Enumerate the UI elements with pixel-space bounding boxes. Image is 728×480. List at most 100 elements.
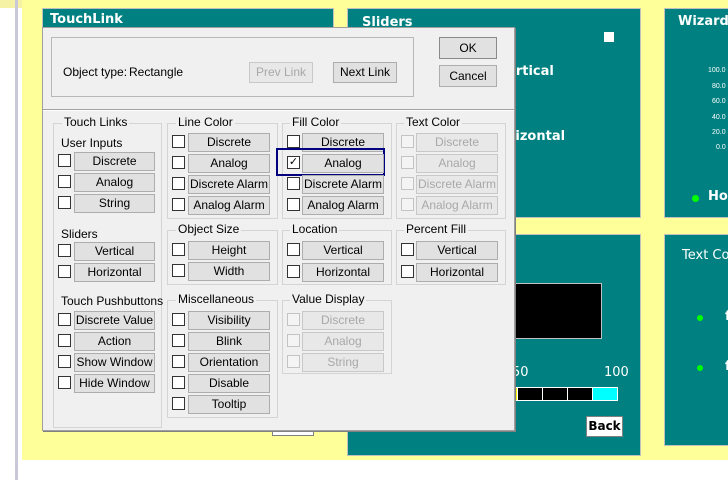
checkbox-pb-show-window[interactable] — [58, 355, 71, 368]
tick-label: 100.0 — [708, 67, 726, 74]
tick-label: 40.0 — [712, 114, 726, 121]
checkbox-fill-analog[interactable]: ✓ — [287, 156, 300, 169]
checkbox-slider-horizontal[interactable] — [58, 265, 71, 278]
sliders-section-title: Sliders — [61, 227, 98, 241]
checkbox-percent-horizontal[interactable] — [401, 265, 414, 278]
checkbox-blink[interactable] — [172, 334, 185, 347]
bar-segment — [593, 388, 617, 400]
checkbox-location-vertical[interactable] — [287, 243, 300, 256]
slider-vertical-button[interactable]: Vertical — [74, 242, 155, 261]
blink-button[interactable]: Blink — [188, 332, 270, 351]
object-size-title: Object Size — [176, 222, 242, 236]
checkbox-value-discrete — [287, 313, 300, 326]
percent-horizontal-button[interactable]: Horizontal — [416, 263, 498, 282]
checkbox-fill-discrete[interactable] — [287, 135, 300, 148]
back-button[interactable]: Back — [586, 416, 623, 437]
checkbox-fill-analog-alarm[interactable] — [287, 198, 300, 211]
line-discrete-alarm-button[interactable]: Discrete Alarm — [188, 175, 270, 194]
checkbox-orientation[interactable] — [172, 355, 185, 368]
pb-discrete-value-button[interactable]: Discrete Value — [74, 311, 155, 330]
location-horizontal-button[interactable]: Horizontal — [302, 263, 384, 282]
checkbox-tooltip[interactable] — [172, 397, 185, 410]
dialog-separator — [43, 109, 514, 111]
checkbox-fill-discrete-alarm[interactable] — [287, 177, 300, 190]
line-discrete-button[interactable]: Discrete — [188, 133, 270, 152]
percent-vertical-button[interactable]: Vertical — [416, 241, 498, 260]
line-analog-button[interactable]: Analog — [188, 154, 270, 173]
pb-action-button[interactable]: Action — [74, 332, 155, 351]
text-analog-button: Analog — [416, 154, 498, 173]
checkbox-line-analog[interactable] — [172, 156, 185, 169]
checkbox-touch-string[interactable] — [58, 196, 71, 209]
checkbox-line-analog-alarm[interactable] — [172, 198, 185, 211]
checkbox-percent-vertical[interactable] — [401, 243, 414, 256]
location-title: Location — [290, 222, 340, 236]
checkbox-slider-vertical[interactable] — [58, 244, 71, 257]
object-type-label: Object type: — [63, 65, 128, 79]
bar-graph — [514, 387, 618, 401]
checkbox-line-discrete-alarm[interactable] — [172, 177, 185, 190]
display-box — [510, 283, 602, 339]
text-analog-alarm-button: Analog Alarm — [416, 196, 498, 215]
text-color-panel: Text Co f f — [664, 234, 728, 446]
object-type-value: Rectangle — [129, 65, 184, 79]
green-indicator — [692, 195, 699, 202]
checkbox-touch-analog[interactable] — [58, 175, 71, 188]
width-button[interactable]: Width — [188, 262, 270, 281]
ok-button[interactable]: OK — [439, 37, 497, 59]
visibility-button[interactable]: Visibility — [188, 311, 270, 330]
line-analog-alarm-button[interactable]: Analog Alarm — [188, 196, 270, 215]
checkbox-pb-action[interactable] — [58, 334, 71, 347]
checkbox-width[interactable] — [172, 264, 185, 277]
orientation-button[interactable]: Orientation — [188, 353, 270, 372]
location-vertical-button[interactable]: Vertical — [302, 241, 384, 260]
checkbox-location-horizontal[interactable] — [287, 265, 300, 278]
checkbox-text-analog-alarm — [401, 198, 414, 211]
scale-label-100: 100 — [604, 365, 629, 380]
checkbox-visibility[interactable] — [172, 313, 185, 326]
touch-analog-button[interactable]: Analog — [74, 173, 155, 192]
cancel-button[interactable]: Cancel — [439, 65, 497, 87]
touch-discrete-button[interactable]: Discrete — [74, 152, 155, 171]
checkbox-text-analog — [401, 156, 414, 169]
bar-segment — [568, 388, 593, 400]
prev-link-button[interactable]: Prev Link — [249, 62, 313, 83]
next-link-button[interactable]: Next Link — [333, 62, 397, 83]
fill-analog-alarm-button[interactable]: Analog Alarm — [302, 196, 384, 215]
touch-string-button[interactable]: String — [74, 194, 155, 213]
percent-fill-title: Percent Fill — [404, 222, 469, 236]
checkbox-line-discrete[interactable] — [172, 135, 185, 148]
checkbox-height[interactable] — [172, 243, 185, 256]
screen: TouchLink Sliders ertical rizontal Wizar… — [0, 0, 728, 480]
value-analog-button: Analog — [302, 332, 384, 351]
line-color-title: Line Color — [176, 115, 235, 129]
pb-show-window-button[interactable]: Show Window — [74, 353, 155, 372]
text-color-title: Text Color — [404, 115, 463, 129]
checkbox-pb-hide-window[interactable] — [58, 376, 71, 389]
slider-horizontal-button[interactable]: Horizontal — [74, 263, 155, 282]
checkbox-disable[interactable] — [172, 376, 185, 389]
user-inputs-title: User Inputs — [61, 136, 123, 150]
checkbox-pb-discrete-value[interactable] — [58, 313, 71, 326]
tick-label: 20.0 — [712, 129, 726, 136]
disable-button[interactable]: Disable — [188, 374, 270, 393]
tick-label: 80.0 — [712, 83, 726, 90]
fill-discrete-alarm-button[interactable]: Discrete Alarm — [302, 175, 384, 194]
tooltip-button[interactable]: Tooltip — [188, 395, 270, 414]
miscellaneous-title: Miscellaneous — [176, 292, 257, 306]
pb-hide-window-button[interactable]: Hide Window — [74, 374, 155, 393]
height-button[interactable]: Height — [188, 241, 270, 260]
horizontal-slider-label: rizontal — [509, 129, 566, 144]
checkbox-value-analog — [287, 334, 300, 347]
left-border-line — [15, 0, 18, 480]
value-discrete-button: Discrete — [302, 311, 384, 330]
wizards-panel-title: WizardS — [678, 14, 728, 29]
checkbox-text-discrete-alarm — [401, 177, 414, 190]
fill-analog-button[interactable]: Analog — [302, 154, 384, 173]
touch-pushbuttons-title: Touch Pushbuttons — [61, 294, 164, 308]
text-discrete-alarm-button: Discrete Alarm — [416, 175, 498, 194]
value-string-button: String — [302, 353, 384, 372]
checkbox-touch-discrete[interactable] — [58, 154, 71, 167]
value-display-title: Value Display — [290, 292, 367, 306]
hor-label: Hor — [708, 189, 728, 204]
